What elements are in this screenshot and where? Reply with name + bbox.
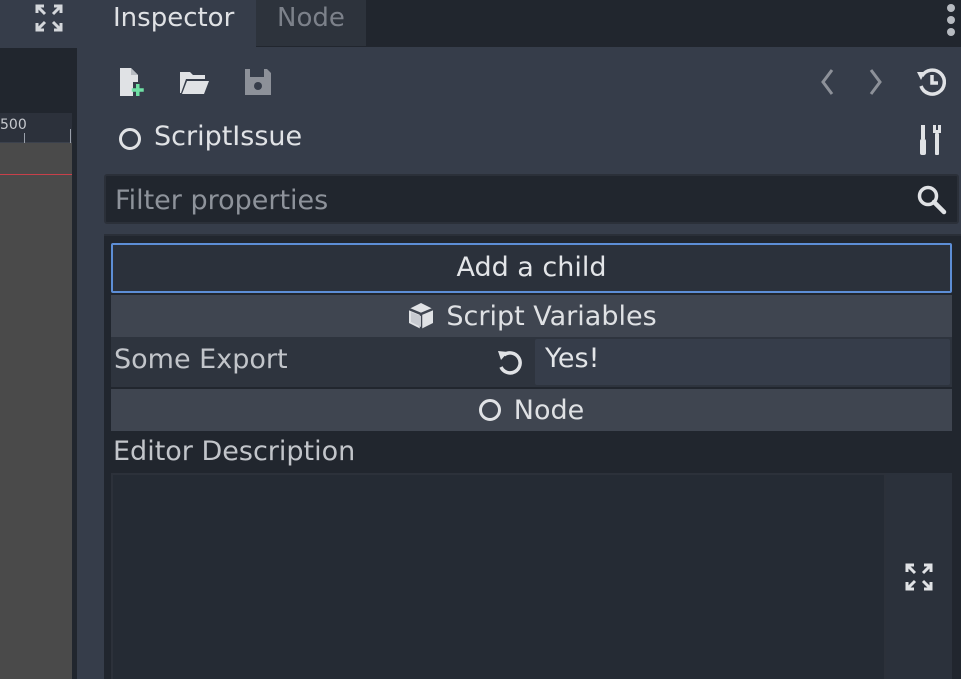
left-viewport-panel: 500 (0, 0, 95, 679)
tools-icon[interactable] (913, 122, 949, 158)
editor-description-label: Editor Description (113, 436, 356, 467)
editor-description-textarea[interactable] (111, 473, 886, 679)
object-name[interactable]: ScriptIssue (154, 121, 302, 152)
search-icon (916, 184, 948, 216)
filter-properties-field[interactable] (104, 174, 959, 224)
property-name: Some Export (114, 344, 288, 375)
ruler-label: 500 (0, 117, 27, 133)
dock-divider[interactable] (77, 48, 95, 679)
node-section[interactable]: Node (111, 389, 952, 431)
object-header: ScriptIssue (95, 113, 961, 169)
open-folder-icon[interactable] (174, 62, 214, 102)
forward-arrow-icon[interactable] (855, 62, 895, 102)
expand-icon[interactable] (886, 473, 952, 679)
property-value: Yes! (545, 343, 600, 374)
new-resource-icon[interactable] (111, 62, 151, 102)
more-options-icon[interactable] (944, 4, 958, 40)
node-circle-icon (119, 128, 141, 150)
revert-icon[interactable] (494, 347, 526, 379)
tab-inspector[interactable]: Inspector (95, 0, 256, 47)
property-row-some-export: Some Export Yes! (111, 337, 952, 387)
history-icon[interactable] (912, 62, 952, 102)
filter-input[interactable] (115, 182, 895, 218)
script-cube-icon (408, 303, 434, 329)
horizontal-ruler: 500 (0, 113, 72, 143)
inspector-toolbar (95, 47, 961, 113)
viewport-canvas[interactable] (0, 143, 72, 679)
tab-node[interactable]: Node (256, 0, 366, 46)
save-icon[interactable] (238, 62, 278, 102)
expand-icon[interactable] (32, 3, 66, 33)
script-variables-section[interactable]: Script Variables (111, 295, 952, 337)
ruler-tick (24, 133, 25, 143)
ruler-tick (70, 129, 71, 143)
inspector-dock: Inspector Node ScriptIssue Filter proper… (95, 0, 961, 679)
property-value-field[interactable]: Yes! (535, 339, 950, 385)
canvas-axis-line (0, 174, 72, 175)
node-circle-icon (478, 399, 501, 421)
property-list: Add a child Script Variables Some Export… (104, 234, 961, 679)
back-arrow-icon[interactable] (808, 62, 848, 102)
script-variables-label: Script Variables (446, 300, 657, 332)
dock-tab-bar: Inspector Node (95, 0, 961, 47)
node-section-label: Node (513, 394, 585, 426)
add-child-button[interactable]: Add a child (111, 243, 952, 293)
